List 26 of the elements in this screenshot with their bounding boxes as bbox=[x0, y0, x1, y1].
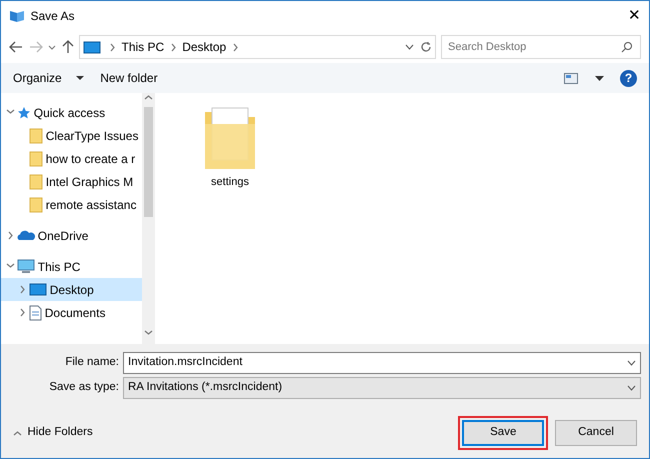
field-label: File name: bbox=[64, 355, 120, 370]
search-field[interactable]: Search Desktop bbox=[441, 35, 641, 59]
sidebar-item[interactable]: OneDrive bbox=[1, 224, 142, 247]
sidebar-item[interactable]: how to create a r bbox=[1, 147, 142, 170]
new-folder-button[interactable]: New folder bbox=[100, 69, 158, 87]
sidebar-item[interactable]: Quick access bbox=[1, 101, 142, 124]
sidebar-item[interactable]: Intel Graphics M bbox=[1, 170, 142, 193]
hide-folders-button[interactable]: Hide Folders bbox=[28, 424, 93, 442]
cancel-button[interactable]: Cancel bbox=[555, 420, 637, 446]
help-button[interactable]: ? bbox=[620, 70, 637, 86]
file-name-field[interactable]: Invitation.msrcIncident bbox=[123, 352, 641, 374]
breadcrumb-item[interactable]: This PC bbox=[122, 38, 164, 56]
file-type-dropdown[interactable]: RA Invitations (*.msrcIncident) bbox=[123, 376, 641, 399]
file-name[interactable]: settings bbox=[211, 174, 249, 190]
window-title: Save As bbox=[30, 8, 75, 25]
sidebar-item[interactable]: This PC bbox=[1, 255, 142, 278]
sidebar-item[interactable]: ClearType Issues bbox=[1, 124, 142, 147]
sidebar-item[interactable]: Documents bbox=[1, 301, 142, 324]
breadcrumb-item[interactable]: Desktop bbox=[182, 38, 226, 56]
sidebar-item[interactable]: Desktop bbox=[1, 278, 142, 301]
organize-menu[interactable]: Organize bbox=[13, 69, 62, 87]
close-button[interactable]: ✕ bbox=[628, 4, 641, 28]
save-button[interactable]: Save bbox=[462, 420, 544, 446]
field-label: Save as type: bbox=[48, 380, 120, 396]
sidebar-item[interactable]: remote assistanc bbox=[1, 193, 142, 216]
address-bar[interactable]: This PC Desktop bbox=[79, 35, 436, 59]
